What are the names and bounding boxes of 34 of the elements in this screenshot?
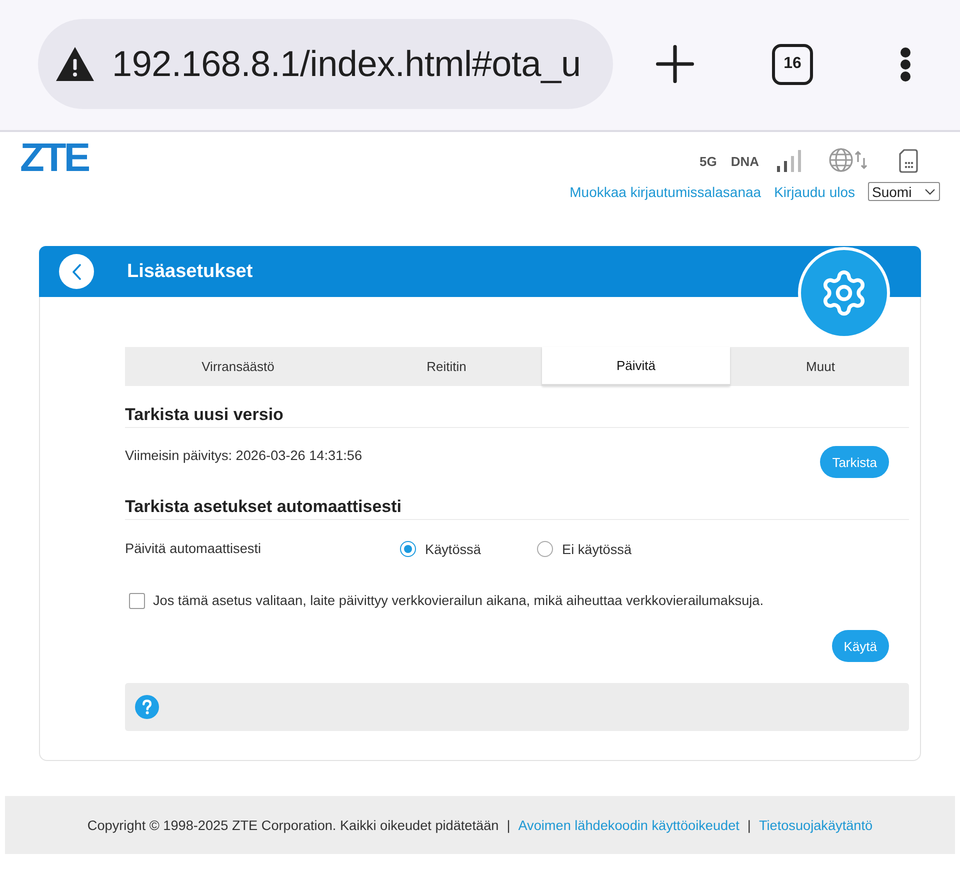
tab[interactable]: Muut [730,347,911,386]
tab-count-button[interactable]: 16 [772,44,813,84]
logo: ZTE [20,141,88,175]
tab[interactable]: Reititin [351,347,542,386]
separator-text: | [506,818,510,832]
section-heading: Tarkista uusi versio [125,405,909,428]
caret-down-icon [925,188,935,194]
signal-bars-icon [777,150,803,172]
plus-icon[interactable] [656,45,694,83]
globe-icon [829,148,869,174]
radio-icon[interactable] [537,541,553,557]
more-menu-icon[interactable] [900,46,911,82]
sim-card-icon [899,149,918,173]
checkbox-label: Jos tämä asetus valitaan, laite päivittyy verkkovierailun aikana, mikä aiheuttaa verkkovierailumaksuja. [153,593,764,609]
back-button[interactable] [59,254,94,289]
chevron-left-icon [72,264,81,280]
warning-icon [56,47,94,81]
field-label: Päivitä automaattisesti [125,541,262,557]
network-label: DNA [730,154,759,168]
radio-option[interactable]: Käytössä [400,541,537,557]
last-update-text: Viimeisin päivitys: 2026-03-26 14:31:56 [125,448,362,464]
language-select[interactable]: Suomi [868,182,940,201]
tab[interactable]: Päivitä [542,347,730,386]
radio-icon[interactable] [400,541,416,557]
section-heading: Tarkista asetukset automaattisesti [125,497,909,520]
url-field[interactable]: 192.168.8.1/index.html#ota_u [38,19,613,109]
network-label: 5G [699,154,717,168]
help-icon[interactable] [135,695,159,719]
separator-text: | [747,818,751,832]
radio-option[interactable]: Ei käytössä [537,541,674,557]
tab[interactable]: Virransäästö [125,347,351,386]
checkbox[interactable] [129,593,145,609]
panel-title: Lisäasetukset [127,260,253,282]
copyright-text: Copyright © 1998-2025 ZTE Corporation. Kaikki oikeudet pidätetään [87,818,499,832]
